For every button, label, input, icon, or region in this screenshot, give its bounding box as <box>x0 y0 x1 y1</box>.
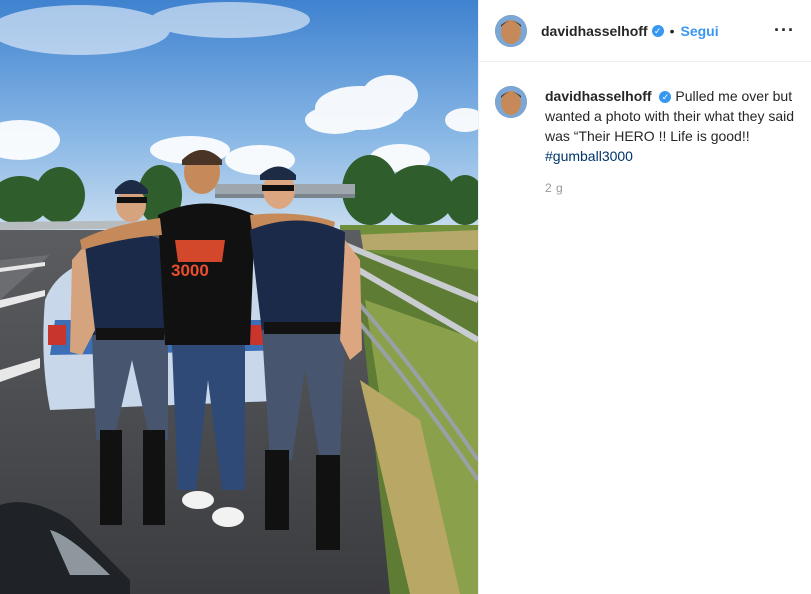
caption-avatar[interactable] <box>495 86 527 118</box>
post-photo[interactable]: 3000 <box>0 0 478 594</box>
post-sidebar: davidhasselhoff ✓ • Segui ··· davidhasse… <box>478 0 811 594</box>
caption: davidhasselhoff ✓ Pulled me over but wan… <box>545 86 795 198</box>
timestamp[interactable]: 2 g <box>545 178 795 198</box>
follow-button[interactable]: Segui <box>681 23 719 39</box>
avatar-image <box>495 14 527 47</box>
post-photo-image: 3000 <box>0 0 478 594</box>
verified-badge-icon: ✓ <box>651 24 664 37</box>
verified-badge-icon: ✓ <box>659 91 672 104</box>
shirt-text: 3000 <box>171 261 209 280</box>
avatar[interactable] <box>495 14 527 47</box>
caption-block: davidhasselhoff ✓ Pulled me over but wan… <box>479 62 811 198</box>
post-header: davidhasselhoff ✓ • Segui ··· <box>479 0 811 62</box>
instagram-post: 3000 davidhasselhoff ✓ • Segui ··· david… <box>0 0 811 594</box>
hashtag-link[interactable]: #gumball3000 <box>545 148 633 164</box>
avatar-image <box>495 86 527 118</box>
username[interactable]: davidhasselhoff <box>541 23 648 39</box>
more-options-icon[interactable]: ··· <box>774 20 795 41</box>
separator: • <box>669 22 675 39</box>
caption-username[interactable]: davidhasselhoff <box>545 88 652 104</box>
